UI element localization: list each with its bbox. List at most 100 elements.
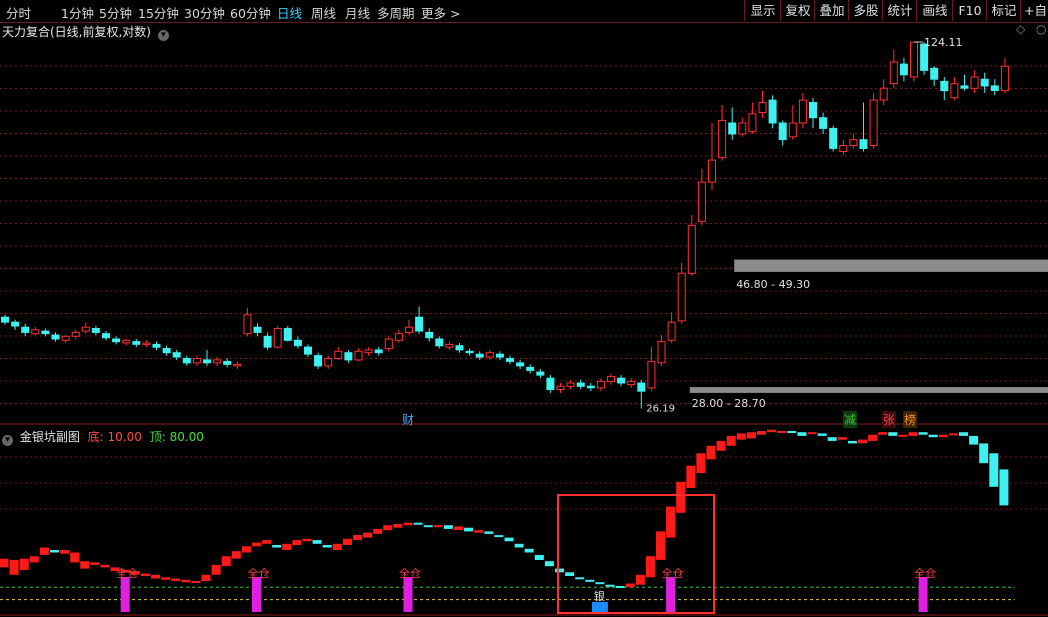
indicator-bar — [888, 432, 898, 436]
period-tab-weekly[interactable]: 周线 — [311, 3, 336, 22]
candle-body — [940, 80, 949, 92]
chevron-down-icon[interactable]: ▾ — [157, 30, 169, 41]
sub-indicator-chart[interactable]: 全仓 全仓 全仓 全仓 全仓银 — [0, 425, 1048, 617]
signal-bar — [918, 577, 928, 612]
candle-body — [334, 350, 343, 359]
statistics-button[interactable]: 统计 — [882, 0, 917, 21]
indicator-bar — [746, 432, 756, 439]
candle-body — [899, 63, 908, 76]
indicator-bar — [686, 465, 696, 488]
more-periods-menu[interactable]: 更多 > — [421, 3, 460, 22]
candle-body — [122, 339, 131, 344]
indicator-bar — [181, 579, 191, 583]
candle-body — [71, 331, 80, 337]
indicator-bar — [403, 522, 413, 526]
candle-body — [182, 358, 191, 364]
candle-body — [667, 321, 676, 341]
period-tab-30min[interactable]: 30分钟 — [184, 3, 225, 22]
mark-button[interactable]: 标记 — [986, 0, 1021, 21]
indicator-bar — [575, 577, 585, 580]
candle-body — [879, 87, 888, 101]
indicator-bar — [736, 433, 746, 440]
indicator-bar — [555, 568, 564, 573]
candle-body — [51, 334, 60, 340]
draw-line-button[interactable]: 画线 — [916, 0, 953, 21]
candle-body — [283, 328, 292, 341]
indicator-bar — [898, 434, 908, 437]
display-button[interactable]: 显示 — [744, 0, 781, 21]
candle-body — [233, 363, 242, 367]
indicator-bar — [363, 532, 373, 538]
period-tab-5min[interactable]: 5分钟 — [99, 3, 132, 22]
signal-bar — [120, 577, 130, 612]
indicator-bar — [140, 573, 150, 577]
full-position-label: 全仓 — [914, 566, 936, 580]
indicator-bar — [757, 431, 766, 435]
candle-body — [546, 377, 555, 391]
indicator-bar — [645, 556, 655, 578]
period-tab-multi[interactable]: 多周期 — [377, 3, 415, 22]
period-tab-daily[interactable]: 日线 — [277, 3, 302, 22]
candle-body — [192, 358, 201, 364]
candlestick-chart[interactable]: 124.11 46.80 - 49.30 28.00 - 28.70 26.19 — [0, 22, 1048, 425]
signal-bar — [403, 577, 413, 612]
indicator-bar — [201, 574, 211, 581]
indicator-bar — [908, 432, 918, 436]
period-tab-15min[interactable]: 15分钟 — [138, 3, 179, 22]
indicator-bar — [474, 530, 484, 533]
silver-marker — [591, 602, 608, 612]
indicator-bar — [696, 453, 706, 474]
period-tab-1min[interactable]: 1分钟 — [61, 3, 94, 22]
indicator-bar — [292, 540, 302, 546]
candle-body — [61, 335, 70, 341]
add-watchlist-button[interactable]: +自选 — [1020, 0, 1048, 21]
adjust-button[interactable]: 复权 — [780, 0, 815, 21]
candle-body — [809, 102, 817, 119]
indicator-bar — [19, 558, 29, 570]
indicator-bar — [959, 432, 968, 436]
indicator-bar — [847, 440, 857, 444]
candle-body — [556, 385, 565, 391]
candle-body — [485, 352, 494, 358]
indicator-bar — [878, 432, 888, 435]
indicator-bar — [322, 545, 332, 548]
indicator-bar — [797, 432, 807, 436]
chevron-down-icon[interactable]: ▾ — [2, 435, 13, 446]
indicator-bar — [29, 556, 39, 563]
candle-body — [213, 359, 222, 364]
candle-body — [364, 349, 373, 354]
circle-icon[interactable]: ○ — [1036, 22, 1046, 36]
candle-body — [950, 83, 959, 99]
indicator-bar — [211, 564, 221, 575]
overlay-button[interactable]: 叠加 — [814, 0, 849, 21]
candle-body — [506, 358, 514, 362]
candle-body — [627, 380, 636, 386]
period-tab-timeshare[interactable]: 分时 — [6, 3, 31, 22]
period-tab-monthly[interactable]: 月线 — [345, 3, 370, 22]
candle-body — [152, 343, 161, 348]
indicator-bar — [837, 437, 847, 440]
indicator-bar — [615, 586, 625, 588]
candle-body — [11, 321, 20, 327]
chart-gridlines — [0, 65, 1048, 404]
candle-body — [41, 330, 50, 335]
indicator-bar — [231, 551, 241, 559]
candle-body — [394, 333, 403, 341]
multi-stock-button[interactable]: 多股 — [848, 0, 883, 21]
indicator-bar — [767, 429, 777, 433]
period-tab-60min[interactable]: 60分钟 — [230, 3, 271, 22]
candle-body — [162, 348, 171, 354]
indicator-bar — [262, 540, 272, 544]
diamond-icon[interactable]: ◇ — [1016, 22, 1025, 36]
indicator-bar — [80, 561, 90, 569]
indicator-bar — [151, 574, 160, 579]
candle-body — [324, 358, 333, 367]
indicator-bar — [928, 434, 938, 438]
indicator-bar — [948, 433, 958, 436]
candle-body — [384, 338, 393, 350]
candle-body — [839, 145, 848, 152]
candle-body — [465, 350, 474, 354]
f10-button[interactable]: F10 — [952, 0, 987, 21]
band-lower-label: 28.00 - 28.70 — [692, 397, 766, 410]
full-position-label: 全仓 — [116, 566, 138, 580]
